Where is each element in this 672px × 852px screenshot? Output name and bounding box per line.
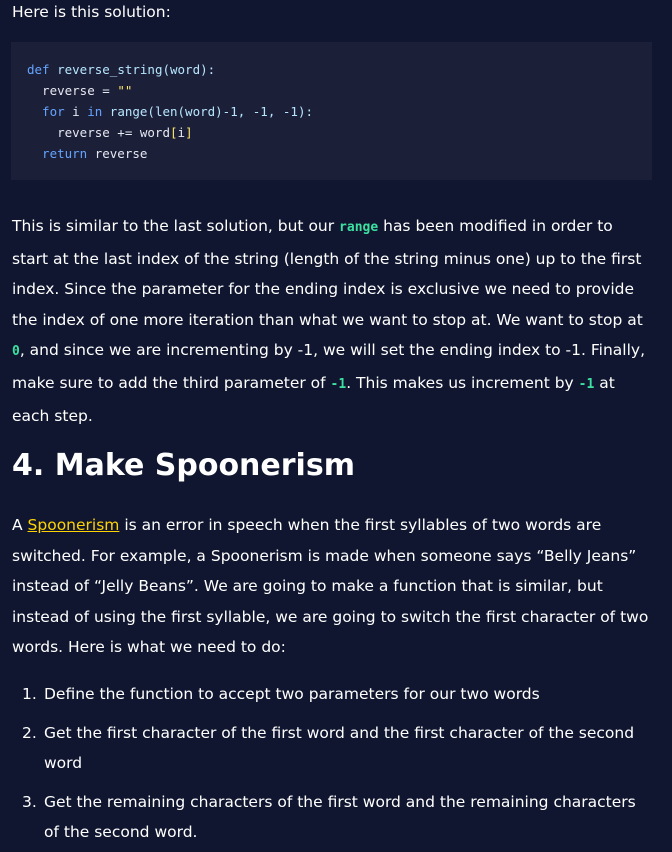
step-text: of the second word. — [44, 823, 198, 842]
section-heading: 4. Make Spoonerism — [12, 448, 355, 483]
explanation-line: index. Since the parameter for the endin… — [12, 280, 635, 299]
step-number: 2. — [22, 723, 37, 742]
code-token: reverse += word — [27, 125, 170, 140]
inline-code-minus-one: -1 — [330, 376, 347, 392]
step-text: Get the first character of the first wor… — [44, 723, 635, 742]
inline-code-range: range — [339, 220, 379, 235]
code-token: reverse = — [27, 83, 118, 98]
step-item: 3. Get the remaining characters of the fi… — [12, 787, 652, 848]
spoonerism-paragraph: A Spoonerism is an error in speech when … — [12, 510, 652, 663]
paragraph-line: A Spoonerism is an error in speech when … — [12, 510, 652, 541]
paragraph-line: instead of “Jelly Beans”. We are going t… — [12, 577, 603, 596]
explanation-text: at — [594, 373, 615, 392]
explanation-text: has been modified in order to — [378, 217, 613, 235]
inline-code-minus-one: -1 — [578, 376, 595, 392]
paragraph-text: is an error in speech when the first syl… — [119, 516, 602, 534]
step-text: word — [44, 754, 83, 773]
explanation-text: , and since we are incrementing by -1, w… — [19, 341, 645, 360]
code-token: range(len(word)-1, -1, -1): — [109, 104, 313, 119]
explanation-line: the index of one more iteration than wha… — [12, 310, 643, 329]
step-number: 1. — [22, 685, 37, 703]
steps-list: 1. Define the function to accept two para… — [12, 679, 652, 852]
step-text: Get the remaining characters of the firs… — [44, 792, 636, 811]
explanation-text: . This makes us increment by — [346, 373, 579, 392]
paragraph-line: instead of using the first syllable, we … — [12, 607, 649, 626]
code-token: [ — [170, 125, 178, 140]
paragraph-line: switched. For example, a Spoonerism is m… — [12, 546, 637, 565]
paragraph-line: words. Here is what we need to do: — [12, 638, 286, 657]
code-line: def reverse_string(word): — [27, 62, 215, 78]
code-token: reverse_string(word): — [57, 62, 216, 77]
code-token: i — [177, 125, 186, 140]
code-token: in — [87, 104, 110, 119]
step-item: 2. Get the first character of the first w… — [12, 718, 652, 779]
explanation-line: each step. — [12, 406, 93, 425]
code-line: reverse = "" — [27, 83, 132, 99]
code-line: for i in range(len(word)-1, -1, -1): — [27, 104, 313, 120]
inline-code-zero: 0 — [12, 344, 20, 360]
explanation-text: make sure to add the third parameter of — [12, 373, 331, 392]
step-item: 1. Define the function to accept two para… — [12, 679, 652, 710]
code-line: return reverse — [27, 146, 147, 162]
step-number: 3. — [22, 792, 37, 811]
intro-text: Here is this solution: — [12, 3, 171, 21]
code-token: ] — [185, 125, 193, 140]
explanation-line: This is similar to the last solution, bu… — [12, 211, 652, 244]
code-token: return — [27, 146, 95, 161]
code-block: def reverse_string(word): reverse = "" f… — [11, 42, 652, 180]
explanation-line: 0, and since we are incrementing by -1, … — [12, 335, 652, 368]
code-token: i — [72, 104, 88, 119]
code-line: reverse += word[i] — [27, 125, 193, 141]
code-token: def — [27, 62, 58, 77]
explanation-line: make sure to add the third parameter of … — [12, 368, 652, 401]
paragraph-text: A — [12, 516, 28, 534]
code-token: for — [27, 104, 73, 119]
code-token: "" — [117, 83, 133, 98]
code-token: reverse — [94, 146, 148, 161]
explanation-text: This is similar to the last solution, bu… — [12, 217, 340, 235]
step-text: Define the function to accept two parame… — [44, 685, 540, 703]
explanation-paragraph: This is similar to the last solution, bu… — [12, 211, 652, 431]
spoonerism-link[interactable]: Spoonerism — [28, 516, 120, 534]
explanation-line: start at the last index of the string (l… — [12, 249, 642, 268]
article-page: Here is this solution: def reverse_strin… — [0, 0, 672, 852]
